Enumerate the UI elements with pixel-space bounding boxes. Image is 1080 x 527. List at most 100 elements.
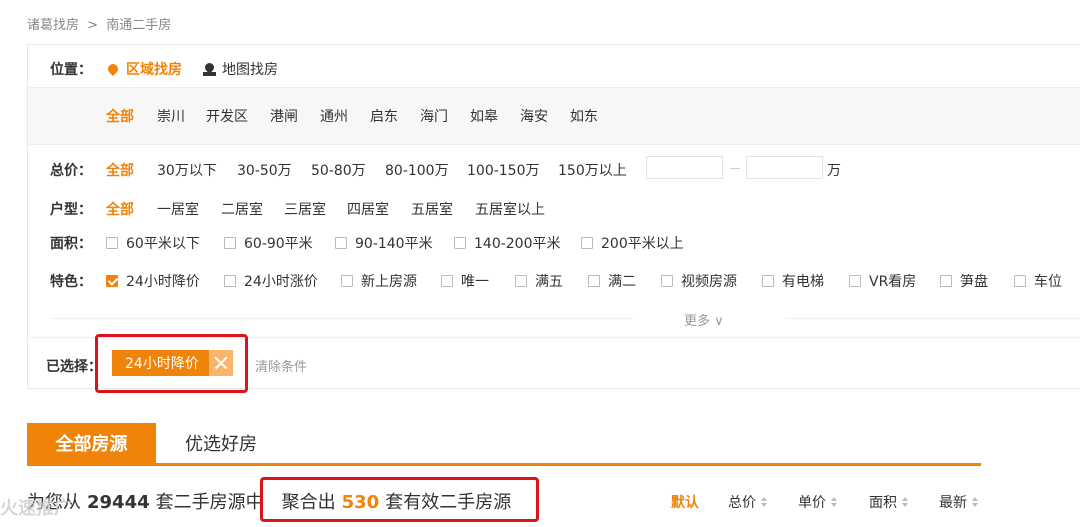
sort-area[interactable]: 面积: [869, 492, 908, 512]
selected-label: 已选择：: [46, 359, 102, 375]
checkbox-icon: [224, 237, 236, 249]
feature-checkbox[interactable]: 满五: [515, 271, 563, 291]
highlight-box: [260, 477, 539, 522]
sort-label: 最新: [939, 495, 967, 511]
feature-option-label: 笋盘: [960, 274, 988, 290]
feature-checkbox[interactable]: 车位: [1014, 271, 1062, 291]
feature-checkbox[interactable]: 24小时涨价: [224, 271, 318, 291]
clear-conditions-link[interactable]: 清除条件: [255, 356, 307, 375]
layout-option-all[interactable]: 全部: [106, 199, 134, 219]
layout-label: 户型：: [50, 202, 92, 218]
feature-checkbox[interactable]: 有电梯: [762, 271, 824, 291]
size-checkbox[interactable]: 140-200平米: [454, 233, 561, 253]
size-label: 面积：: [50, 236, 92, 252]
price-option[interactable]: 150万以上: [558, 160, 627, 180]
checkbox-icon: [106, 237, 118, 249]
listing-tabs: 全部房源 优选好房: [27, 423, 981, 466]
checkbox-icon: [441, 275, 453, 287]
layout-option[interactable]: 一居室: [157, 199, 199, 219]
sort-default[interactable]: 默认: [671, 492, 699, 512]
price-option[interactable]: 30-50万: [237, 160, 292, 180]
feature-checkbox[interactable]: 新上房源: [341, 271, 417, 291]
price-option[interactable]: 100-150万: [467, 160, 540, 180]
checkbox-checked-icon: [106, 275, 118, 287]
watermark: 火速推广: [0, 498, 72, 519]
area-option[interactable]: 如东: [570, 106, 598, 126]
price-range-dash: [730, 168, 740, 169]
checkbox-icon: [762, 275, 774, 287]
size-option-label: 140-200平米: [474, 236, 561, 252]
sort-arrows-icon: [902, 497, 908, 507]
tab-area-search[interactable]: 区域找房: [105, 59, 182, 79]
tab-map-search[interactable]: 地图找房: [203, 59, 278, 79]
size-option-label: 90-140平米: [355, 236, 433, 252]
checkbox-icon: [335, 237, 347, 249]
size-option-label: 60平米以下: [126, 236, 200, 252]
feature-option-label: 24小时降价: [126, 274, 200, 290]
feature-option-label: 唯一: [461, 274, 489, 290]
feature-checkbox[interactable]: 笋盘: [940, 271, 988, 291]
sort-arrows-icon: [972, 497, 978, 507]
feature-option-label: VR看房: [869, 274, 917, 290]
price-option[interactable]: 50-80万: [311, 160, 366, 180]
area-option[interactable]: 海安: [520, 106, 548, 126]
breadcrumb-home[interactable]: 诸葛找房: [27, 18, 79, 33]
sort-label: 单价: [798, 495, 826, 511]
size-checkbox[interactable]: 60平米以下: [106, 233, 200, 253]
highlight-box: [95, 334, 248, 393]
sort-newest[interactable]: 最新: [939, 492, 978, 512]
sort-arrows-icon: [831, 497, 837, 507]
feature-option-label: 新上房源: [361, 274, 417, 290]
area-option[interactable]: 崇川: [157, 106, 185, 126]
area-option[interactable]: 开发区: [206, 106, 248, 126]
checkbox-icon: [588, 275, 600, 287]
area-option[interactable]: 通州: [320, 106, 348, 126]
area-option[interactable]: 港闸: [270, 106, 298, 126]
layout-option[interactable]: 三居室: [284, 199, 326, 219]
breadcrumb-current[interactable]: 南通二手房: [106, 18, 171, 33]
checkbox-icon: [849, 275, 861, 287]
more-toggle[interactable]: 更多 ∨: [684, 310, 724, 329]
tab-map-search-label: 地图找房: [222, 62, 278, 78]
layout-option[interactable]: 二居室: [221, 199, 263, 219]
divider: [50, 318, 633, 319]
sort-total-price[interactable]: 总价: [728, 492, 767, 512]
checkbox-icon: [661, 275, 673, 287]
features-label: 特色：: [50, 274, 92, 290]
checkbox-icon: [515, 275, 527, 287]
checkbox-icon: [224, 275, 236, 287]
size-checkbox[interactable]: 60-90平米: [224, 233, 313, 253]
price-option[interactable]: 30万以下: [157, 160, 217, 180]
feature-checkbox[interactable]: 唯一: [441, 271, 489, 291]
result-total-count: 29444: [87, 492, 150, 513]
price-label: 总价：: [50, 163, 92, 179]
price-max-input[interactable]: [746, 156, 823, 179]
area-option-all[interactable]: 全部: [106, 106, 134, 126]
layout-option[interactable]: 五居室以上: [475, 199, 545, 219]
area-option[interactable]: 海门: [420, 106, 448, 126]
size-checkbox[interactable]: 90-140平米: [335, 233, 433, 253]
feature-checkbox[interactable]: VR看房: [849, 271, 916, 291]
price-min-input[interactable]: [646, 156, 723, 179]
sort-label: 总价: [728, 495, 756, 511]
sort-unit-price[interactable]: 单价: [798, 492, 837, 512]
breadcrumb-separator: >: [87, 18, 99, 33]
layout-option[interactable]: 四居室: [347, 199, 389, 219]
tab-area-search-label: 区域找房: [126, 62, 182, 78]
layout-option[interactable]: 五居室: [411, 199, 453, 219]
area-option[interactable]: 如皋: [470, 106, 498, 126]
feature-checkbox[interactable]: 满二: [588, 271, 636, 291]
area-option[interactable]: 启东: [370, 106, 398, 126]
price-option[interactable]: 80-100万: [385, 160, 449, 180]
feature-option-label: 满二: [608, 274, 636, 290]
feature-checkbox-price-drop[interactable]: 24小时降价: [106, 271, 200, 291]
area-options: 全部 崇川 开发区 港闸 通州 启东 海门 如皋 海安 如东: [28, 87, 1080, 145]
feature-checkbox[interactable]: 视频房源: [661, 271, 737, 291]
checkbox-icon: [1014, 275, 1026, 287]
tab-all-listings[interactable]: 全部房源: [27, 423, 156, 463]
price-option-all[interactable]: 全部: [106, 160, 134, 180]
checkbox-icon: [454, 237, 466, 249]
position-label: 位置：: [50, 62, 92, 78]
tab-preferred-listings[interactable]: 优选好房: [156, 423, 286, 463]
size-checkbox[interactable]: 200平米以上: [581, 233, 684, 253]
